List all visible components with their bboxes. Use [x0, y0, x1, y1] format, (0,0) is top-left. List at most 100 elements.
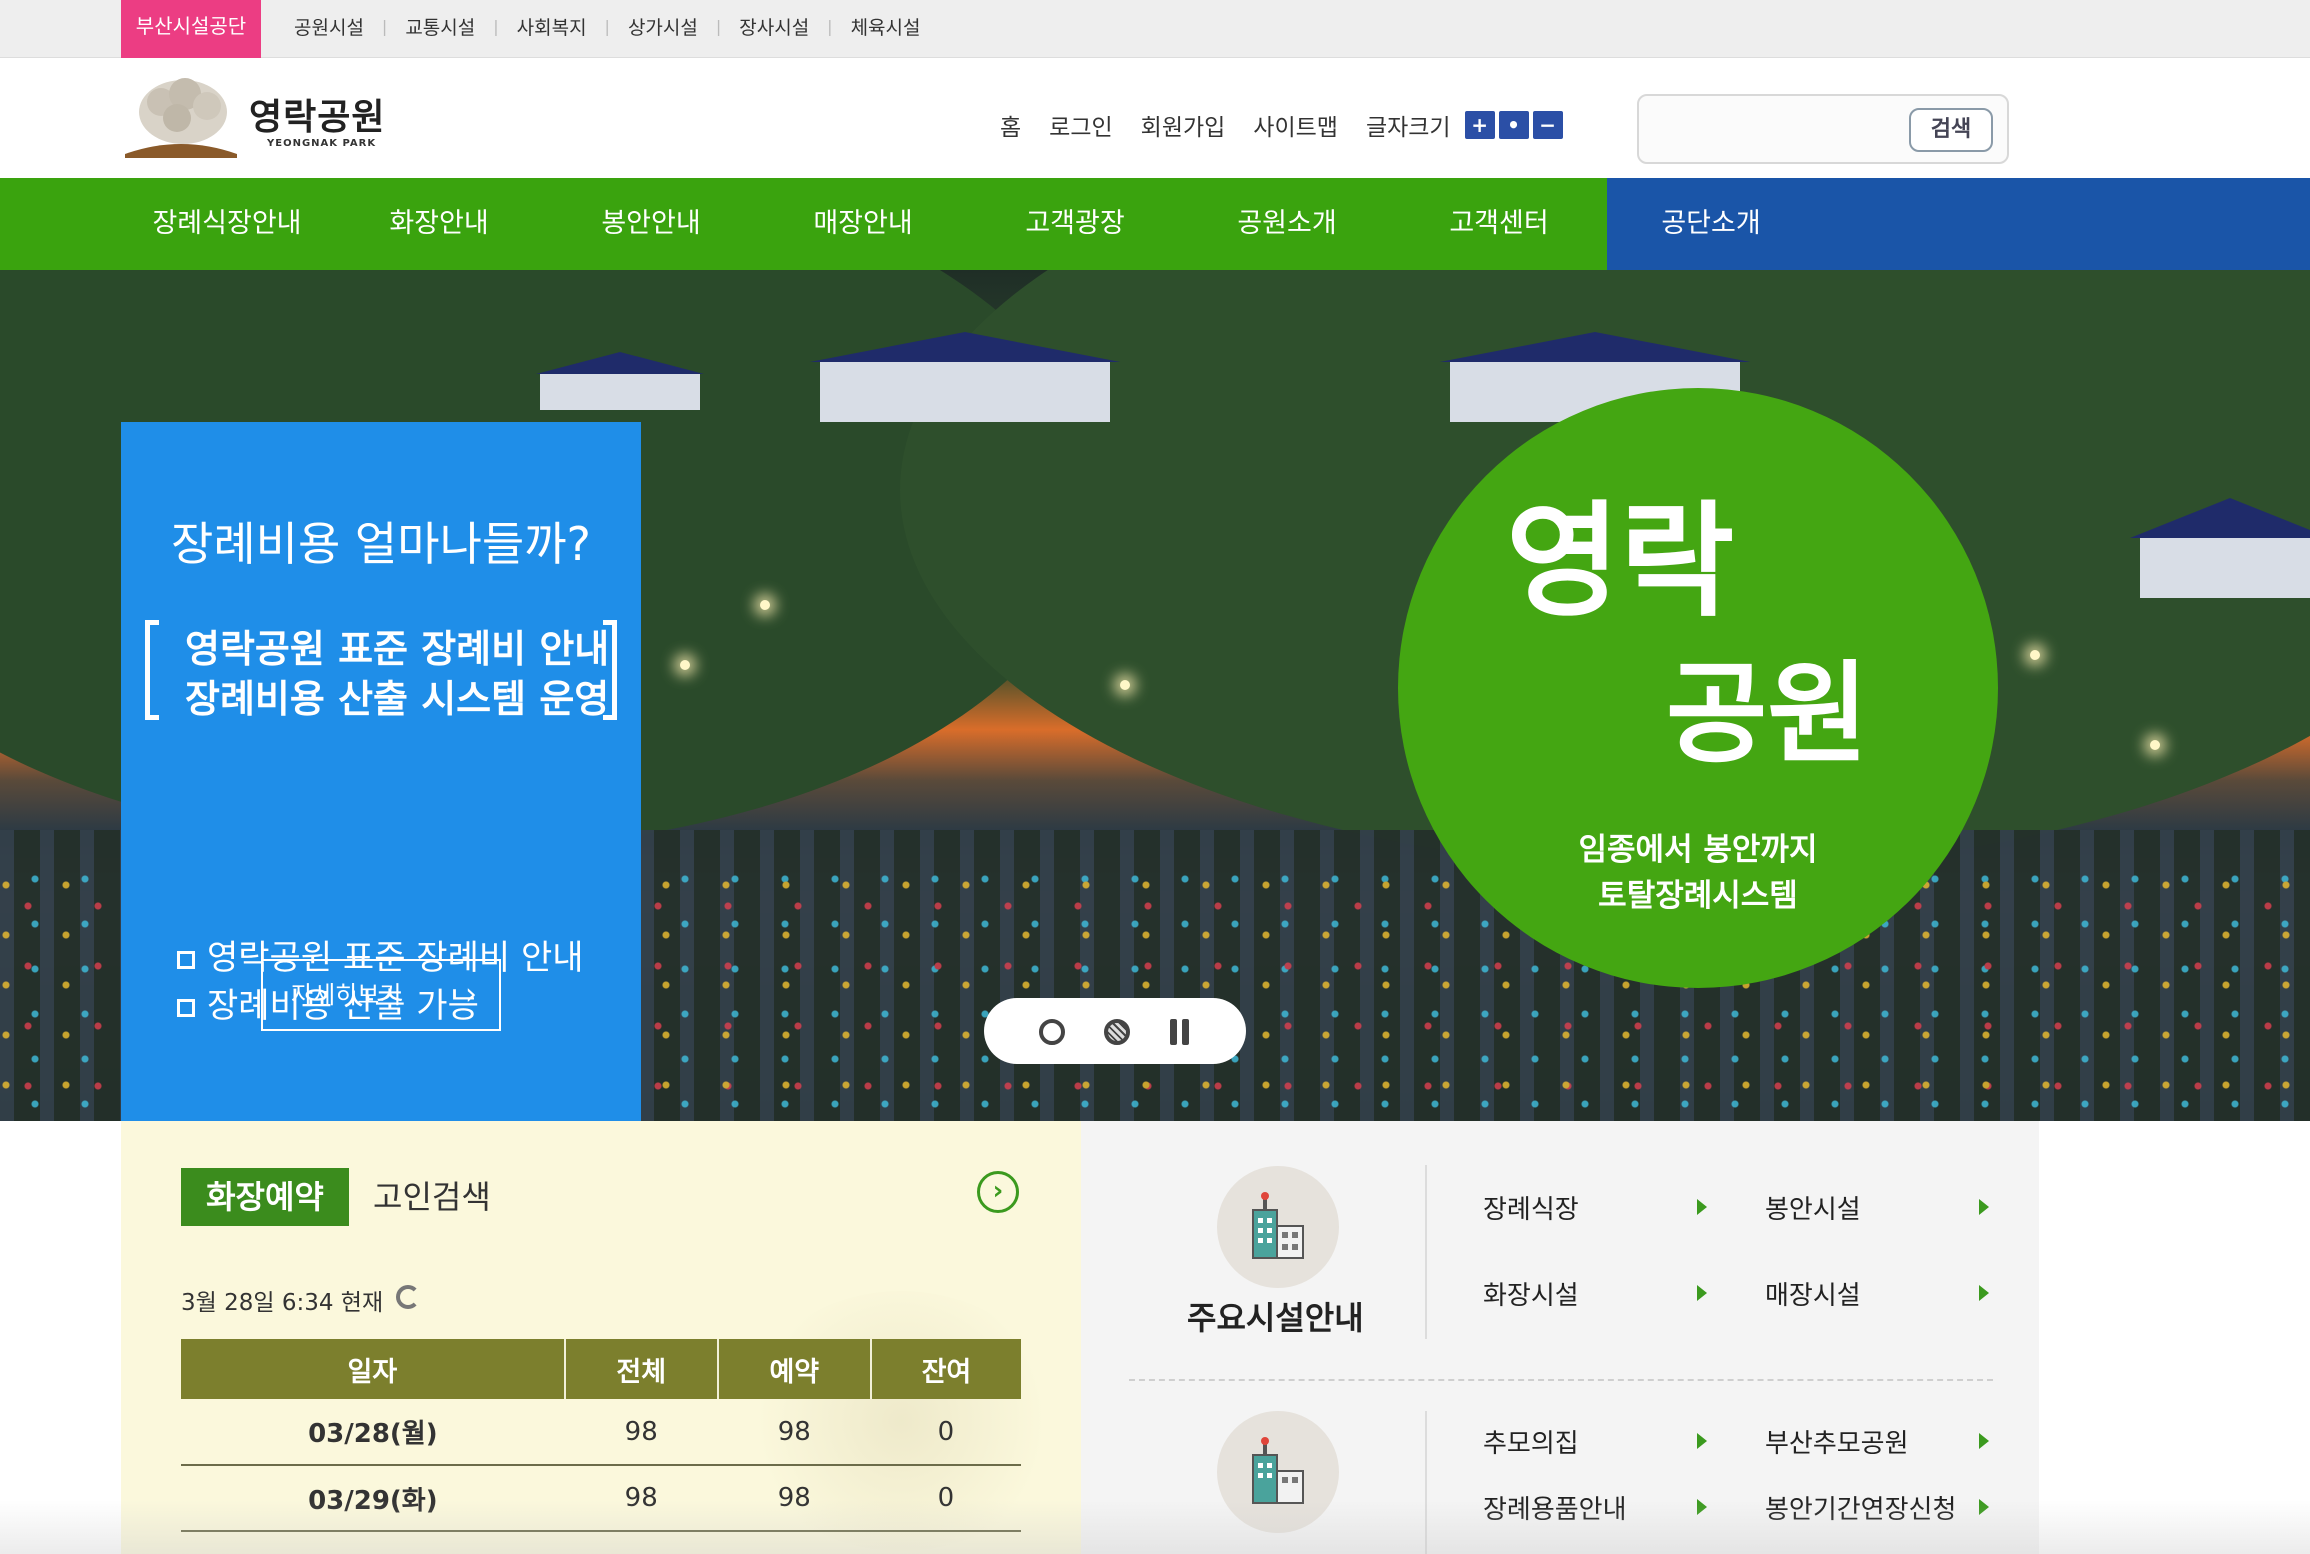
facility-links: 공원시설 | 교통시설 | 사회복지 | 상가시설 | 장사시설 | 체육시설: [276, 0, 938, 52]
brand-tagline1: 임종에서 봉안까지: [1578, 832, 1818, 868]
brand-word2: 공원: [1666, 650, 1869, 778]
nav-customer-center[interactable]: 고객센터: [1393, 178, 1605, 270]
nav-enshrinement-guide[interactable]: 봉안안내: [545, 178, 757, 270]
cell-total: 98: [564, 1399, 718, 1466]
link-memorial-house[interactable]: 추모의집: [1483, 1423, 1579, 1460]
view-details-label: 자세히보기: [291, 981, 402, 1009]
home-link[interactable]: 홈: [1000, 108, 1021, 142]
site-logo[interactable]: 영락공원 YEONGNAK PARK: [121, 72, 401, 164]
main-facilities-title: 주요시설안내: [1187, 1299, 1364, 1337]
right-blank-area: [2039, 1121, 2310, 1554]
hero-light: [760, 600, 770, 610]
nav-funeral-hall-guide[interactable]: 장례식장안내: [121, 178, 333, 270]
slide-controls: [984, 998, 1246, 1064]
link-sports-facilities[interactable]: 체육시설: [833, 13, 939, 40]
font-size-label: 글자크기: [1365, 115, 1451, 141]
cell-remaining: 0: [870, 1399, 1021, 1466]
link-busan-memorial-park[interactable]: 부산추모공원: [1765, 1423, 1909, 1460]
nav-menu: 장례식장안내 화장안내 봉안안내 매장안내 고객광장 공원소개 고객센터 공단소…: [121, 178, 1817, 270]
link-enshrinement-facility[interactable]: 봉안시설: [1765, 1189, 1861, 1226]
promo-question: 장례비용 얼마나들까?: [171, 517, 591, 571]
arrow-right-icon: [1697, 1433, 1707, 1449]
chevron-right-icon: ›: [465, 977, 477, 1012]
font-size-reset-button[interactable]: •: [1498, 111, 1529, 139]
table-row: 03/28(월) 98 98 0: [181, 1399, 1021, 1466]
arrow-right-icon: [1697, 1199, 1707, 1215]
site-header: 영락공원 YEONGNAK PARK 홈 로그인 회원가입 사이트맵 글자크기 …: [0, 58, 2310, 178]
cell-remaining: 0: [870, 1465, 1021, 1532]
arrow-right-icon: [1979, 1285, 1989, 1301]
nav-customer-plaza[interactable]: 고객광장: [969, 178, 1181, 270]
login-link[interactable]: 로그인: [1049, 108, 1112, 142]
column-header-remaining: 잔여: [870, 1339, 1021, 1399]
link-burial-facility[interactable]: 매장시설: [1765, 1275, 1861, 1312]
hero-light: [1120, 680, 1130, 690]
facility-icon-circle: [1217, 1411, 1339, 1533]
top-utility-bar: 부산시설공단 공원시설 | 교통시설 | 사회복지 | 상가시설 | 장사시설 | 체육시…: [0, 0, 2310, 58]
column-header-date: 일자: [181, 1339, 566, 1399]
slide-indicator-2-active[interactable]: [1104, 1019, 1130, 1045]
hero-light: [680, 660, 690, 670]
link-commercial-facilities[interactable]: 상가시설: [610, 13, 716, 40]
arrow-right-icon: [1979, 1433, 1989, 1449]
building-icon: [1252, 1437, 1304, 1504]
building-icon: [1252, 1192, 1304, 1259]
search-input[interactable]: [1651, 108, 1911, 152]
link-funeral-hall[interactable]: 장례식장: [1483, 1189, 1579, 1226]
column-header-total: 전체: [564, 1339, 719, 1399]
dashed-divider: [1129, 1379, 1993, 1381]
cell-reserved: 98: [717, 1465, 871, 1532]
hero-building: [540, 374, 700, 410]
sitemap-link[interactable]: 사이트맵: [1253, 108, 1338, 142]
facilities-panel: 주요시설안내 장례식장 봉안시설 화장시설 매장시설 추모의집 부산추모공원 장…: [1081, 1121, 2039, 1554]
arrow-right-icon: [1697, 1499, 1707, 1515]
arrow-right-icon: [1979, 1499, 1989, 1515]
table-row: 03/29(화) 98 98 0: [181, 1465, 1021, 1532]
hero-light: [2030, 650, 2040, 660]
link-traffic-facilities[interactable]: 교통시설: [387, 13, 493, 40]
slide-indicator-1[interactable]: [1039, 1019, 1065, 1045]
search-button[interactable]: 검색: [1909, 108, 1993, 152]
as-of-time: 3월 28일 6:34 현재: [181, 1290, 384, 1316]
logo-emblem-icon: [125, 78, 237, 158]
promo-bracket-line1: 영락공원 표준 장례비 안내: [185, 627, 610, 671]
view-details-button[interactable]: 자세히보기 ›: [261, 959, 501, 1031]
column-header-reserved: 예약: [717, 1339, 872, 1399]
link-cremation-facility[interactable]: 화장시설: [1483, 1275, 1579, 1312]
brand-word1: 영락: [1506, 490, 1735, 634]
search-box: 검색: [1637, 94, 2009, 164]
divider: [1425, 1411, 1427, 1554]
cell-total: 98: [564, 1465, 718, 1532]
pause-icon[interactable]: [1167, 1019, 1193, 1045]
utility-links: 홈 로그인 회원가입 사이트맵 글자크기 + • −: [1000, 108, 1563, 142]
link-social-welfare[interactable]: 사회복지: [499, 13, 605, 40]
brand-circle: 영락 공원 임종에서 봉안까지 토탈장례시스템: [1398, 388, 1998, 988]
signup-link[interactable]: 회원가입: [1141, 108, 1226, 142]
font-size-decrease-button[interactable]: −: [1532, 111, 1563, 139]
cell-reserved: 98: [717, 1399, 871, 1466]
hero-banner: 장례비용 얼마나들까? 영락공원 표준 장례비 안내 장례비용 산출 시스템 운…: [0, 270, 2310, 1121]
link-park-facilities[interactable]: 공원시설: [276, 13, 382, 40]
tab-cremation-reservation[interactable]: 화장예약: [181, 1168, 349, 1226]
nav-corporation-intro[interactable]: 공단소개: [1605, 178, 1817, 270]
more-arrow-icon[interactable]: ›: [977, 1171, 1019, 1213]
link-funeral-facilities[interactable]: 장사시설: [721, 13, 827, 40]
nav-cremation-guide[interactable]: 화장안내: [333, 178, 545, 270]
cell-date: 03/28(월): [181, 1399, 565, 1466]
link-funeral-supplies[interactable]: 장례용품안내: [1483, 1489, 1627, 1526]
cell-date: 03/29(화): [181, 1465, 565, 1532]
promo-bracket-line2: 장례비용 산출 시스템 운영: [185, 677, 610, 721]
facility-icon-circle: [1217, 1166, 1339, 1288]
brand-tagline2: 토탈장례시스템: [1598, 878, 1798, 914]
font-size-increase-button[interactable]: +: [1464, 111, 1495, 139]
arrow-right-icon: [1697, 1285, 1707, 1301]
link-enshrinement-extension[interactable]: 봉안기간연장신청: [1765, 1489, 1956, 1526]
busan-facilities-home-link[interactable]: 부산시설공단: [121, 0, 261, 58]
nav-burial-guide[interactable]: 매장안내: [757, 178, 969, 270]
logo-subtext: YEONGNAK PARK: [267, 138, 377, 149]
cremation-reservation-panel: 화장예약 고인검색 › 3월 28일 6:34 현재 일자 전체 예약 잔여 0…: [121, 1121, 1081, 1554]
refresh-icon[interactable]: [396, 1285, 420, 1309]
nav-park-intro[interactable]: 공원소개: [1181, 178, 1393, 270]
hero-light: [2150, 740, 2160, 750]
tab-deceased-search[interactable]: 고인검색: [373, 1168, 491, 1226]
